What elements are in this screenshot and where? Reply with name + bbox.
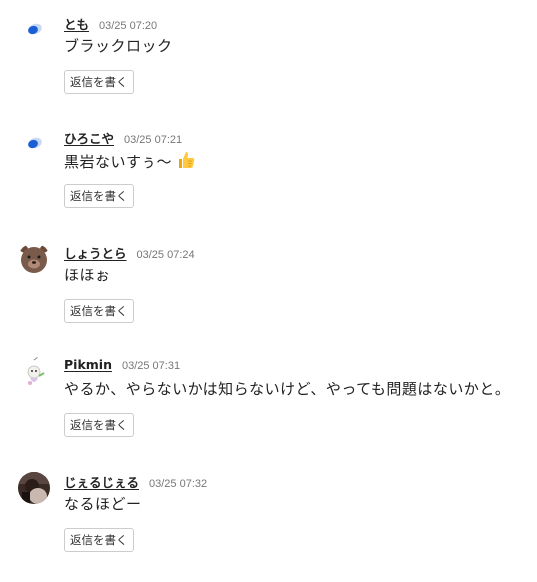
comment-item: Pikmin 03/25 07:31 やるか、やらないかは知らないけど、やっても… xyxy=(0,357,537,467)
avatar[interactable] xyxy=(18,128,50,160)
comment-meta: とも 03/25 07:20 xyxy=(64,14,157,32)
username-link[interactable]: ひろこや xyxy=(64,128,114,147)
reply-button[interactable]: 返信を書く xyxy=(64,299,134,323)
username-link[interactable]: Pikmin xyxy=(64,357,112,372)
comment-meta: ひろこや 03/25 07:21 xyxy=(64,128,182,146)
pikmin-icon xyxy=(18,357,50,389)
timestamp: 03/25 07:21 xyxy=(124,134,183,146)
comment-text: ブラックロック xyxy=(64,37,173,55)
comment-item: ひろこや 03/25 07:21 黒岩ないすぅ～ 返信を書く xyxy=(0,128,537,238)
blue-blob-icon xyxy=(18,128,50,160)
username-link[interactable]: じぇるじぇる xyxy=(64,472,139,491)
timestamp: 03/25 07:32 xyxy=(149,478,208,490)
timestamp: 03/25 07:24 xyxy=(136,249,195,261)
reply-button[interactable]: 返信を書く xyxy=(64,70,134,94)
avatar[interactable] xyxy=(18,243,50,275)
comment-text: 黒岩ないすぅ～ xyxy=(64,153,173,171)
username-link[interactable]: しょうとら xyxy=(64,243,127,262)
avatar[interactable] xyxy=(18,14,50,46)
comment-text: やるか、やらないかは知らないけど、やっても問題はないかと。 xyxy=(64,380,511,398)
comment-meta: しょうとら 03/25 07:24 xyxy=(64,243,195,261)
timestamp: 03/25 07:31 xyxy=(121,360,181,372)
comment-item: とも 03/25 07:20 ブラックロック 返信を書く xyxy=(0,14,537,124)
bear-icon xyxy=(18,243,50,275)
photo-avatar-icon xyxy=(18,472,50,504)
timestamp: 03/25 07:20 xyxy=(99,20,158,32)
avatar[interactable] xyxy=(18,472,50,504)
comment-text: なるほどー xyxy=(64,495,142,513)
username-link[interactable]: とも xyxy=(64,14,89,33)
thumbs-up-icon xyxy=(176,150,196,175)
avatar[interactable] xyxy=(18,357,50,389)
comment-item: しょうとら 03/25 07:24 ほほぉ 返信を書く xyxy=(0,243,537,353)
comment-text-row: 黒岩ないすぅ～ xyxy=(64,150,196,175)
comment-text: ほほぉ xyxy=(64,266,111,284)
blue-blob-icon xyxy=(18,14,50,46)
reply-button[interactable]: 返信を書く xyxy=(64,184,134,208)
comment-item: じぇるじぇる 03/25 07:32 なるほどー 返信を書く xyxy=(0,472,537,582)
reply-button[interactable]: 返信を書く xyxy=(64,413,134,437)
reply-button[interactable]: 返信を書く xyxy=(64,528,134,552)
comment-meta: じぇるじぇる 03/25 07:32 xyxy=(64,472,207,490)
comment-meta: Pikmin 03/25 07:31 xyxy=(64,357,180,375)
